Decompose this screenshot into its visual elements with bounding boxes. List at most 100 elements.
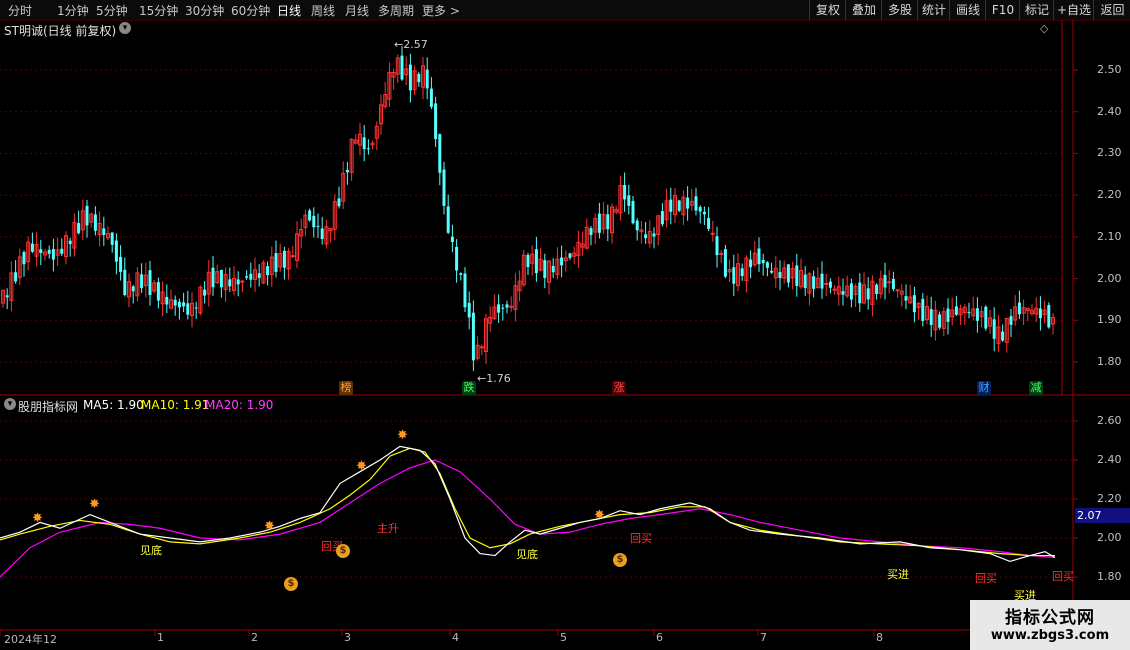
low-price-label: 1.76 <box>486 372 511 385</box>
candle <box>400 45 404 81</box>
money-bag-icon: $ <box>613 553 627 567</box>
candle <box>43 248 47 261</box>
candle <box>152 279 157 294</box>
price-tick-label: 1.90 <box>1097 313 1122 327</box>
candle <box>815 267 820 289</box>
candle <box>459 272 463 281</box>
candle <box>337 186 341 209</box>
candle <box>17 248 22 286</box>
candle <box>223 267 228 302</box>
candle <box>299 218 304 249</box>
candle <box>547 260 551 295</box>
candle <box>501 303 505 321</box>
candle <box>530 245 535 276</box>
candle <box>832 284 837 295</box>
candle <box>988 309 992 334</box>
candle <box>290 246 295 259</box>
candle <box>228 267 232 292</box>
candle <box>77 210 81 235</box>
price-tick-label: 2.00 <box>1097 271 1122 285</box>
candle <box>526 252 530 275</box>
candle <box>85 199 89 238</box>
candle <box>467 291 471 330</box>
candle <box>597 202 601 239</box>
candle <box>1030 304 1034 316</box>
candle <box>341 161 346 210</box>
candle <box>266 261 270 286</box>
candle <box>971 296 976 321</box>
candle <box>391 68 396 90</box>
candle <box>946 298 950 335</box>
candle <box>362 124 366 162</box>
candle <box>236 271 240 297</box>
candle <box>39 239 43 266</box>
candle <box>429 77 433 110</box>
candle <box>484 313 488 365</box>
candle <box>916 301 921 320</box>
candle <box>1038 296 1042 331</box>
candle <box>471 300 475 372</box>
indicator-tick-label: 2.60 <box>1097 414 1122 427</box>
watermark-url: www.zbgs3.com <box>990 628 1110 643</box>
candle <box>47 245 51 259</box>
candle <box>303 209 308 237</box>
candle <box>173 295 177 316</box>
candle <box>601 202 606 234</box>
price-tick-label: 2.40 <box>1097 104 1122 118</box>
candle <box>845 275 850 299</box>
candle <box>681 190 686 226</box>
signal-zhusheng: 主升 <box>377 522 399 535</box>
candle <box>887 270 892 294</box>
kline-chart[interactable] <box>0 0 1130 650</box>
event-badge-jian[interactable]: 减 <box>1029 381 1043 395</box>
candle <box>610 203 614 244</box>
date-label: 7 <box>760 631 767 644</box>
candle <box>165 284 169 314</box>
candle <box>370 140 375 150</box>
candle <box>89 212 94 228</box>
candle <box>417 71 421 87</box>
price-tick-label: 2.50 <box>1097 63 1122 76</box>
candle <box>660 203 664 227</box>
candle <box>938 311 942 330</box>
candle <box>366 139 370 155</box>
candle <box>463 267 467 313</box>
candle <box>497 294 501 323</box>
chevron-down-icon[interactable]: ▾ <box>119 22 131 34</box>
candle <box>584 218 589 250</box>
candle <box>664 188 669 228</box>
indicator-name[interactable]: 股朋指标网 <box>18 398 78 415</box>
candle <box>778 260 782 291</box>
candle <box>908 284 913 305</box>
ma5-value: MA5: 1.90 <box>83 398 144 412</box>
candle <box>203 281 207 304</box>
date-label: 2 <box>251 631 258 644</box>
candle <box>434 96 438 147</box>
event-badge-cai[interactable]: 财 <box>977 381 991 395</box>
date-label: 1 <box>157 631 164 644</box>
candle <box>206 260 211 307</box>
candle <box>984 305 988 331</box>
candle <box>1025 307 1030 322</box>
candle <box>899 284 904 307</box>
indicator-tick-label: 2.40 <box>1097 453 1122 466</box>
candle <box>119 245 123 281</box>
candle <box>954 296 958 317</box>
chevron-down-icon[interactable]: ▾ <box>4 398 16 410</box>
diamond-icon[interactable]: ◇ <box>1040 22 1048 35</box>
candle <box>1051 312 1055 335</box>
candle <box>975 297 979 333</box>
event-badge-bang[interactable]: 榜 <box>339 381 353 395</box>
event-badge-zhang[interactable]: 涨 <box>612 381 626 395</box>
candle <box>878 270 883 299</box>
candle <box>849 278 853 308</box>
event-badge-die[interactable]: 跌 <box>462 381 476 395</box>
date-label: 8 <box>876 631 883 644</box>
price-tick-label: 2.10 <box>1097 229 1122 243</box>
candle <box>93 206 97 236</box>
candle <box>328 228 333 243</box>
candle <box>967 302 971 319</box>
candle <box>379 94 383 135</box>
candle <box>320 216 324 245</box>
runner-icon: ✸ <box>356 459 367 474</box>
